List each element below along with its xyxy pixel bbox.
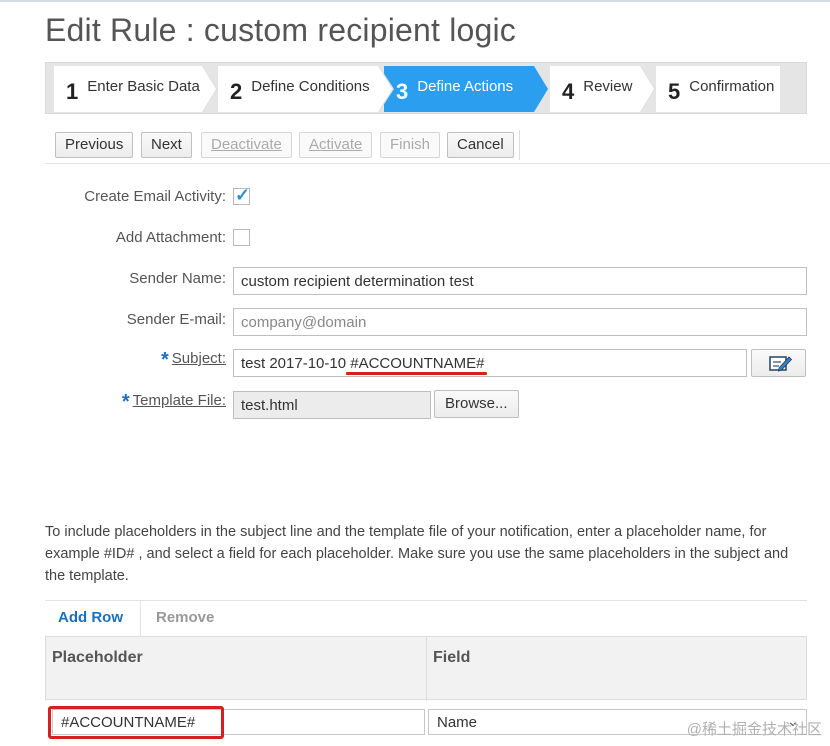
required-marker: * [121,391,130,413]
column-header-field[interactable]: Field [433,649,470,667]
wizard-step-2[interactable]: 2 Define Conditions [218,66,394,112]
step-number: 5 [668,79,681,104]
wizard-step-5[interactable]: 5 Confirmation [656,66,780,112]
wizard-step-1[interactable]: 1 Enter Basic Data [54,66,218,112]
wizard-step-3[interactable]: 3 Define Actions [384,66,548,112]
next-button[interactable]: Next [141,132,192,158]
sender-email-label: Sender E-mail: [126,311,226,328]
edit-icon [769,356,793,372]
highlight-underline [346,372,487,375]
toolbar-divider [140,601,141,637]
required-marker: * [161,349,169,371]
activate-button[interactable]: Activate [299,132,373,158]
step-number: 4 [562,79,575,104]
step-label: Define Actions [417,78,514,95]
deactivate-button[interactable]: Deactivate [201,132,292,158]
wizard-steps: 1 Enter Basic Data 2 Define Conditions 3… [45,62,807,114]
finish-button[interactable]: Finish [380,132,441,158]
column-divider [426,637,427,701]
template-file-label-text[interactable]: Template File: [133,392,226,409]
previous-button[interactable]: Previous [55,132,134,158]
sender-name-label: Sender Name: [129,270,226,287]
template-file-input[interactable]: test.html [233,391,431,419]
highlight-box [48,706,224,739]
checkmark-icon: ✓ [235,185,251,205]
step-label: Confirmation [689,78,775,95]
table-toolbar: Add Row Remove [45,600,807,637]
top-border [0,0,830,2]
template-file-label: * Template File: [26,391,226,414]
step-label: Define Conditions [251,78,370,95]
remove-button[interactable]: Remove [156,609,214,626]
placeholder-instructions: To include placeholders in the subject l… [45,524,789,584]
sender-name-input[interactable]: custom recipient determination test [233,267,807,295]
step-number: 2 [230,79,243,104]
step-number: 3 [396,79,409,104]
table-header: Placeholder Field [45,636,807,701]
edit-subject-button[interactable] [751,349,806,377]
add-attachment-checkbox[interactable] [233,229,250,246]
add-row-button[interactable]: Add Row [58,609,123,626]
create-email-activity-checkbox[interactable]: ✓ [233,185,251,205]
page-title: Edit Rule : custom recipient logic [45,12,517,48]
action-toolbar: Previous Next Deactivate Activate Finish… [45,126,830,164]
column-header-placeholder[interactable]: Placeholder [52,649,143,667]
watermark: @稀土掘金技术社区 [686,721,822,738]
create-email-activity-label: Create Email Activity: [84,188,226,205]
step-label: Enter Basic Data [87,78,200,95]
subject-label-text[interactable]: Subject: [172,350,226,367]
toolbar-divider [519,130,520,160]
step-label: Review [583,78,633,95]
sender-email-input[interactable]: company@domain [233,308,807,336]
subject-input[interactable]: test 2017-10-10 #ACCOUNTNAME# [233,349,747,377]
cancel-button[interactable]: Cancel [447,132,514,158]
add-attachment-label: Add Attachment: [115,229,226,246]
step-number: 1 [66,79,79,104]
wizard-step-4[interactable]: 4 Review [550,66,656,112]
subject-label: * Subject: [26,349,226,372]
browse-button[interactable]: Browse... [434,390,519,418]
